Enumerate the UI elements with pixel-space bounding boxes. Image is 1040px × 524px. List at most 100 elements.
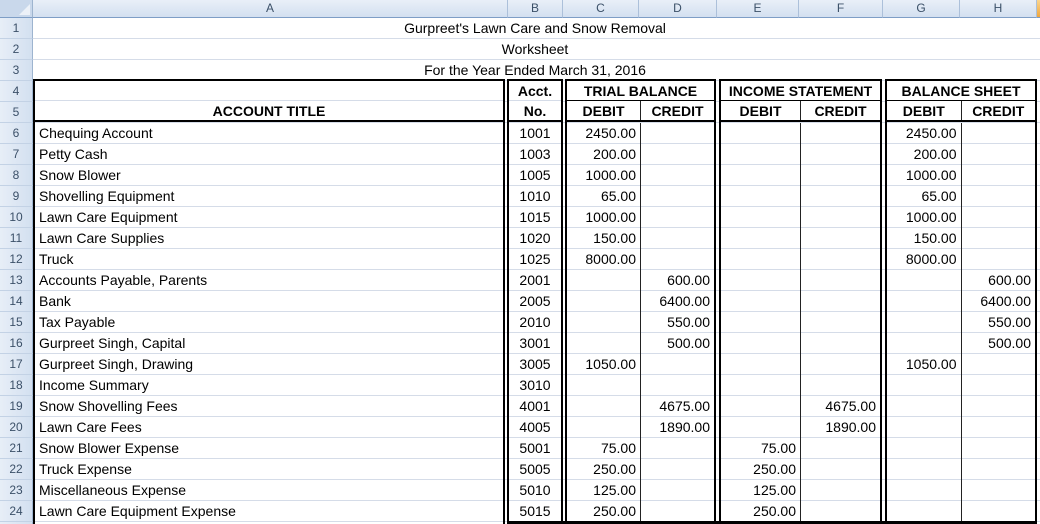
cell-acct-no[interactable]: 1003 (509, 144, 561, 165)
cell-tb-debit[interactable] (567, 375, 641, 396)
cell-account-title[interactable]: Lawn Care Equipment (35, 207, 503, 228)
row-header-17[interactable]: 17 (0, 354, 33, 375)
cell-tb-debit[interactable]: 8000.00 (567, 249, 641, 270)
cell-is-debit[interactable]: 75.00 (721, 438, 801, 459)
cell-tb-credit[interactable] (641, 354, 714, 375)
cell-acct-no[interactable]: 2005 (509, 291, 561, 312)
cell-is-debit[interactable] (721, 207, 801, 228)
cell-acct-no[interactable]: 3001 (509, 333, 561, 354)
cell-is-debit[interactable] (721, 186, 801, 207)
cell-report-title[interactable]: Worksheet (33, 39, 1037, 60)
row-header-14[interactable]: 14 (0, 291, 33, 312)
cell-acct-no[interactable]: 1010 (509, 186, 561, 207)
cell-tb-credit[interactable]: 600.00 (641, 270, 714, 291)
cell-tb-debit[interactable]: 125.00 (567, 480, 641, 501)
cell-tb-credit[interactable] (641, 228, 714, 249)
cell-account-title[interactable]: Snow Blower (35, 165, 503, 186)
cell-bs-debit[interactable]: 8000.00 (887, 249, 962, 270)
row-header-8[interactable]: 8 (0, 165, 33, 186)
cell-is-debit[interactable] (721, 270, 801, 291)
cell-is-credit[interactable] (801, 123, 880, 144)
cell-no-header[interactable]: No. (509, 101, 561, 120)
row-header-5[interactable]: 5 (0, 102, 33, 123)
row-header-13[interactable]: 13 (0, 270, 33, 291)
cell-tb-debit[interactable] (567, 396, 641, 417)
cell-acct-no[interactable]: 1025 (509, 249, 561, 270)
cell-bs-credit[interactable]: 6400.00 (962, 291, 1036, 312)
row-header-10[interactable]: 10 (0, 207, 33, 228)
cell-bs-debit[interactable]: 1000.00 (887, 207, 962, 228)
cell-tb-debit[interactable] (567, 270, 641, 291)
cell-is-credit[interactable] (801, 249, 880, 270)
cell-income-statement-header[interactable]: INCOME STATEMENT (721, 81, 880, 100)
column-header-D[interactable]: D (639, 0, 717, 18)
cell-is-credit[interactable] (801, 501, 880, 522)
cell-trial-balance-header[interactable]: TRIAL BALANCE (567, 81, 714, 100)
cell-acct-no[interactable]: 1015 (509, 207, 561, 228)
cell-acct-no[interactable]: 5005 (509, 459, 561, 480)
column-header-C[interactable]: C (563, 0, 639, 18)
cell-is-credit[interactable]: 4675.00 (801, 396, 880, 417)
cell-account-title[interactable]: Income Summary (35, 375, 503, 396)
cell-bs-credit[interactable] (962, 501, 1036, 522)
row-header-20[interactable]: 20 (0, 417, 33, 438)
cell-is-debit[interactable] (721, 123, 801, 144)
cell-tb-debit[interactable]: 1000.00 (567, 207, 641, 228)
cell-is-debit[interactable] (721, 291, 801, 312)
row-header-12[interactable]: 12 (0, 249, 33, 270)
cell-is-debit[interactable]: 250.00 (721, 459, 801, 480)
cell-tb-debit[interactable]: 1050.00 (567, 354, 641, 375)
cell-tb-credit[interactable] (641, 186, 714, 207)
cell-acct-no[interactable]: 1020 (509, 228, 561, 249)
cell-is-credit[interactable] (801, 291, 880, 312)
cell-is-debit[interactable]: 125.00 (721, 480, 801, 501)
cell-is-credit[interactable] (801, 312, 880, 333)
cell-is-credit[interactable] (801, 459, 880, 480)
cell-bs-credit[interactable] (962, 417, 1036, 438)
cell-tb-credit[interactable] (641, 438, 714, 459)
cell-bs-credit[interactable] (962, 480, 1036, 501)
cell-bs-debit[interactable] (887, 333, 962, 354)
cell-is-credit[interactable] (801, 186, 880, 207)
cell-account-title[interactable]: Gurpreet Singh, Capital (35, 333, 503, 354)
cell-tb-credit[interactable] (641, 165, 714, 186)
row-header-18[interactable]: 18 (0, 375, 33, 396)
column-header-E[interactable]: E (717, 0, 799, 18)
row-header-4[interactable]: 4 (0, 81, 33, 102)
cell-bs-debit[interactable]: 1000.00 (887, 165, 962, 186)
cell-tb-debit[interactable]: 2450.00 (567, 123, 641, 144)
cell-bs-debit[interactable] (887, 417, 962, 438)
cell-bs-credit[interactable] (962, 123, 1036, 144)
cell-account-title[interactable]: Snow Blower Expense (35, 438, 503, 459)
cell-bs-credit[interactable] (962, 249, 1036, 270)
row-header-24[interactable]: 24 (0, 501, 33, 522)
cell-tb-debit[interactable]: 1000.00 (567, 165, 641, 186)
cell-tb-credit[interactable]: 6400.00 (641, 291, 714, 312)
cell-bs-credit[interactable] (962, 165, 1036, 186)
row-header-15[interactable]: 15 (0, 312, 33, 333)
cell-tb-debit[interactable] (567, 312, 641, 333)
cell-tb-credit[interactable] (641, 144, 714, 165)
row-header-7[interactable]: 7 (0, 144, 33, 165)
cell-tb-credit[interactable] (641, 249, 714, 270)
cell-bs-debit[interactable] (887, 291, 962, 312)
row-header-11[interactable]: 11 (0, 228, 33, 249)
cell-bs-debit[interactable] (887, 396, 962, 417)
select-all-corner[interactable] (0, 0, 33, 18)
cell-is-credit-header[interactable]: CREDIT (801, 101, 880, 120)
cell-tb-credit[interactable]: 1890.00 (641, 417, 714, 438)
row-header-2[interactable]: 2 (0, 39, 33, 60)
cell-account-title[interactable]: Shovelling Equipment (35, 186, 503, 207)
cell-tb-debit[interactable] (567, 333, 641, 354)
cell-tb-credit[interactable]: 4675.00 (641, 396, 714, 417)
cell-is-debit[interactable] (721, 228, 801, 249)
cell-is-debit[interactable] (721, 249, 801, 270)
cell-account-title[interactable]: Petty Cash (35, 144, 503, 165)
cell-is-credit[interactable] (801, 354, 880, 375)
cell-tb-credit-header[interactable]: CREDIT (641, 101, 714, 120)
cell-acct-no[interactable]: 1001 (509, 123, 561, 144)
cell-bs-debit[interactable] (887, 501, 962, 522)
cell-tb-credit[interactable] (641, 459, 714, 480)
cell-tb-credit[interactable] (641, 123, 714, 144)
cell-account-title[interactable]: Truck (35, 249, 503, 270)
